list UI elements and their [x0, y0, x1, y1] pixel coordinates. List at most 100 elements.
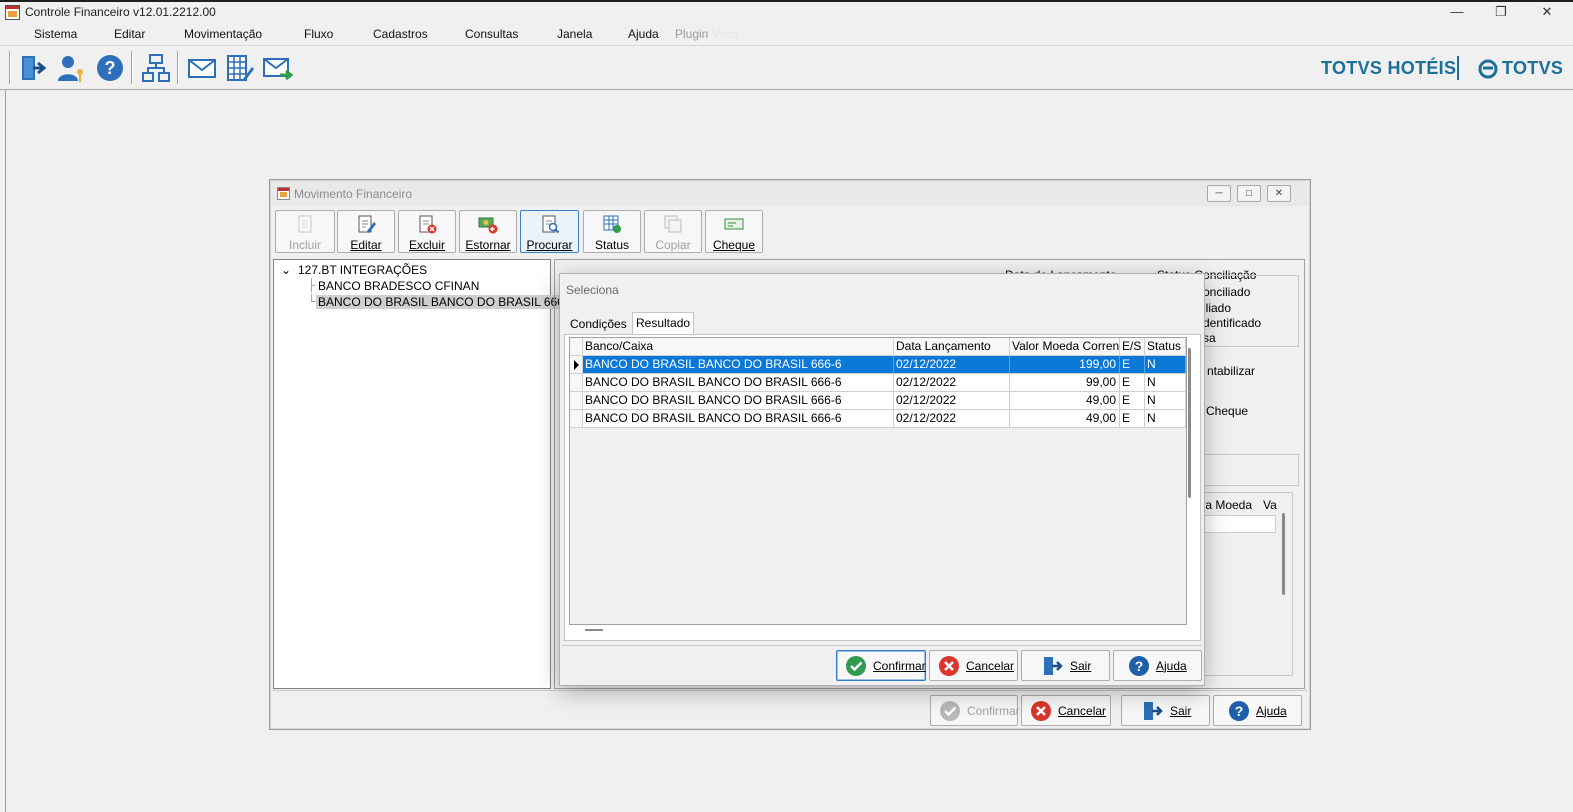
- menu-ajuda[interactable]: Ajuda: [628, 27, 659, 41]
- row-indicator: [570, 374, 583, 392]
- svg-text:?: ?: [1135, 658, 1144, 674]
- document-edit-icon: [358, 215, 376, 233]
- grid-horizontal-scrollbar[interactable]: [585, 629, 603, 631]
- cell-banco[interactable]: BANCO DO BRASIL BANCO DO BRASIL 666-6: [583, 392, 894, 410]
- tree-expand-icon[interactable]: ⌄: [281, 263, 291, 277]
- cell-valor[interactable]: 99,00: [1010, 374, 1120, 392]
- cell-es[interactable]: E: [1120, 374, 1145, 392]
- incluir-button[interactable]: Incluir: [275, 210, 335, 253]
- incluir-label: Incluir: [288, 238, 321, 252]
- excluir-label: Excluir: [408, 238, 445, 252]
- mdi-close-button[interactable]: ✕: [1267, 185, 1291, 202]
- mdi-title: Movimento Financeiro: [294, 187, 413, 201]
- user-key-button[interactable]: [53, 50, 88, 85]
- org-chart-button[interactable]: [138, 50, 173, 85]
- menu-janela[interactable]: Janela: [557, 27, 592, 41]
- tab-resultado[interactable]: Resultado: [632, 312, 695, 335]
- cell-valor[interactable]: 49,00: [1010, 392, 1120, 410]
- tree-item-banco-do-brasil[interactable]: BANCO DO BRASIL BANCO DO BRASIL 666-6: [316, 295, 577, 309]
- status-button[interactable]: Status: [583, 210, 641, 253]
- status-option-identificado[interactable]: dentificado: [1203, 316, 1261, 330]
- excluir-button[interactable]: Excluir: [398, 210, 456, 253]
- cell-data[interactable]: 02/12/2022: [894, 410, 1010, 428]
- help-icon: ?: [96, 54, 123, 81]
- tree-connector: ├: [307, 278, 316, 292]
- column-header-es[interactable]: E/S: [1120, 338, 1145, 356]
- envelope-send-button[interactable]: [260, 50, 295, 85]
- column-header-status[interactable]: Status C: [1145, 338, 1186, 356]
- mdi-sair-button[interactable]: Sair: [1121, 695, 1210, 726]
- help-icon: ?: [1229, 700, 1249, 721]
- cheque-button[interactable]: Cheque: [705, 210, 763, 253]
- cell-data[interactable]: 02/12/2022: [894, 356, 1010, 374]
- moeda-grid-scrollbar[interactable]: [1282, 513, 1285, 595]
- dialog-sair-button[interactable]: Sair: [1021, 650, 1110, 681]
- restore-button[interactable]: ❐: [1478, 2, 1524, 24]
- dialog-confirmar-button[interactable]: Confirmar: [836, 650, 926, 681]
- contabilizar-checkbox-label[interactable]: ntabilizar: [1207, 364, 1255, 378]
- resultado-grid[interactable]: Banco/Caixa Data Lançamento Valor Moeda …: [569, 337, 1187, 625]
- cell-status[interactable]: N: [1145, 356, 1186, 374]
- status-option-iliado[interactable]: iliado: [1203, 301, 1231, 315]
- tree-item-bradesco[interactable]: BANCO BRADESCO CFINAN: [318, 279, 479, 293]
- menu-movimentacao[interactable]: Movimentação: [184, 27, 262, 41]
- procurar-button[interactable]: Procurar: [520, 210, 579, 253]
- cell-status[interactable]: N: [1145, 392, 1186, 410]
- column-header-data[interactable]: Data Lançamento: [894, 338, 1010, 356]
- cell-banco[interactable]: BANCO DO BRASIL BANCO DO BRASIL 666-6: [583, 410, 894, 428]
- dialog-cancelar-button[interactable]: Cancelar: [929, 650, 1018, 681]
- row-indicator: [570, 410, 583, 428]
- procurar-label: Procurar: [526, 238, 573, 252]
- column-header-banco[interactable]: Banco/Caixa: [583, 338, 894, 356]
- mdi-sair-label: Sair: [1170, 703, 1192, 718]
- cell-status[interactable]: N: [1145, 374, 1186, 392]
- cell-data[interactable]: 02/12/2022: [894, 374, 1010, 392]
- cell-status[interactable]: N: [1145, 410, 1186, 428]
- menu-sistema[interactable]: Sistema: [34, 27, 77, 41]
- mdi-minimize-button[interactable]: ─: [1207, 185, 1231, 202]
- menu-cadastros[interactable]: Cadastros: [373, 27, 428, 41]
- cheque-checkbox-label[interactable]: Cheque: [1206, 404, 1248, 418]
- window-icon: [277, 187, 290, 200]
- spreadsheet-edit-button[interactable]: [222, 50, 257, 85]
- grid-header-tra-moeda: tra Moeda: [1198, 498, 1253, 512]
- mdi-confirmar-button[interactable]: Confirmar: [930, 695, 1020, 726]
- moeda-grid[interactable]: tra Moeda Va: [1195, 492, 1293, 676]
- close-button[interactable]: ✕: [1524, 2, 1570, 24]
- dialog-ajuda-button[interactable]: ? Ajuda: [1113, 650, 1202, 681]
- column-header-valor[interactable]: Valor Moeda Corrente: [1010, 338, 1120, 356]
- mdi-ajuda-button[interactable]: ? Ajuda: [1213, 695, 1302, 726]
- cell-es[interactable]: E: [1120, 356, 1145, 374]
- tab-condicoes[interactable]: Condições: [567, 314, 630, 334]
- minimize-button[interactable]: —: [1434, 2, 1480, 24]
- menu-plugin[interactable]: Plugin: [675, 27, 708, 41]
- cell-valor[interactable]: 49,00: [1010, 410, 1120, 428]
- grid-row[interactable]: [1196, 515, 1276, 533]
- menu-editar[interactable]: Editar: [114, 27, 145, 41]
- help-button[interactable]: ?: [92, 50, 127, 85]
- copiar-button[interactable]: Copiar: [644, 210, 702, 253]
- mdi-cancelar-button[interactable]: Cancelar: [1021, 695, 1111, 726]
- cell-banco[interactable]: BANCO DO BRASIL BANCO DO BRASIL 666-6: [583, 356, 894, 374]
- menu-fluxo[interactable]: Fluxo: [304, 27, 333, 41]
- brand-totvs: TOTVS: [1502, 58, 1564, 78]
- status-option-conciliado[interactable]: onciliado: [1203, 285, 1250, 299]
- cell-banco[interactable]: BANCO DO BRASIL BANCO DO BRASIL 666-6: [583, 374, 894, 392]
- exit-button[interactable]: [16, 50, 51, 85]
- cell-valor[interactable]: 199,00: [1010, 356, 1120, 374]
- org-chart-icon: [141, 53, 170, 82]
- row-indicator: [570, 392, 583, 410]
- mdi-maximize-button[interactable]: □: [1237, 185, 1261, 202]
- cell-data[interactable]: 02/12/2022: [894, 392, 1010, 410]
- dialog-bottom-bar: Confirmar Cancelar Sair ? Ajuda: [562, 645, 1202, 685]
- account-tree[interactable]: ⌄ 127.BT INTEGRAÇÕES ├ BANCO BRADESCO CF…: [273, 259, 577, 689]
- menu-consultas[interactable]: Consultas: [465, 27, 518, 41]
- main-toolbar: ? TOTVS HOTÉIS TOTVS: [0, 45, 1573, 90]
- envelope-button[interactable]: [184, 50, 219, 85]
- tree-root[interactable]: 127.BT INTEGRAÇÕES: [298, 263, 427, 277]
- editar-button[interactable]: Editar: [337, 210, 395, 253]
- grid-vertical-scrollbar[interactable]: [1188, 348, 1191, 498]
- cell-es[interactable]: E: [1120, 392, 1145, 410]
- estornar-button[interactable]: Estornar: [459, 210, 517, 253]
- cell-es[interactable]: E: [1120, 410, 1145, 428]
